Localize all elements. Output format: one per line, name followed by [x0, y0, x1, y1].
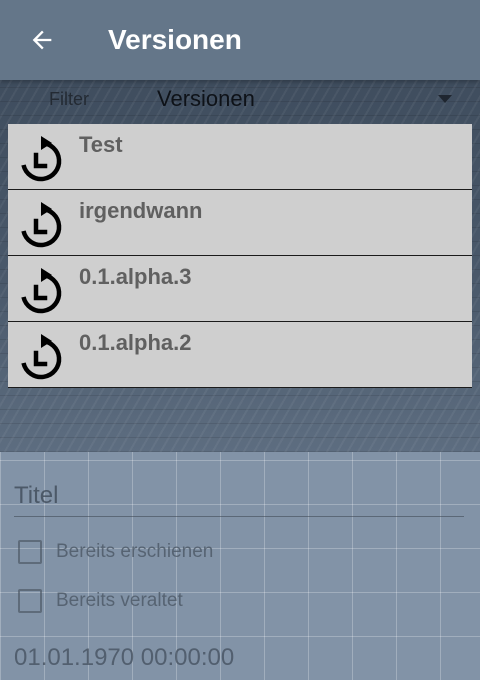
checkbox-box	[18, 589, 42, 613]
page-title: Versionen	[108, 24, 242, 55]
version-label: Test	[79, 132, 123, 157]
title-input[interactable]: Titel	[14, 480, 464, 517]
filter-label: Filter	[49, 89, 89, 109]
filter-selected-value: Versionen	[157, 86, 255, 111]
title-placeholder: Titel	[14, 482, 59, 509]
history-icon	[21, 136, 62, 182]
version-label: 0.1.alpha.2	[79, 330, 192, 355]
app-bar: Versionen	[0, 0, 480, 80]
version-form: Titel Bereits erschienen Bereits veralte…	[0, 460, 480, 680]
list-item[interactable]: irgendwann	[8, 190, 472, 256]
history-icon	[21, 202, 62, 248]
list-item[interactable]: 0.1.alpha.3	[8, 256, 472, 322]
date-field[interactable]: 01.01.1970 00:00:00	[14, 644, 234, 672]
history-icon	[21, 268, 62, 314]
list-item[interactable]: Test	[8, 124, 472, 190]
version-list: Test irgendwann 0.1.alpha.3 0.1.alpha.2	[8, 124, 472, 388]
dropdown-caret-icon	[438, 95, 452, 103]
checkbox-box	[18, 540, 42, 564]
version-label: 0.1.alpha.3	[79, 264, 192, 289]
back-button[interactable]	[22, 22, 62, 58]
screen: Versionen Filter Versionen Test irgendwa…	[0, 0, 480, 680]
version-label: irgendwann	[79, 198, 203, 223]
list-item[interactable]: 0.1.alpha.2	[8, 322, 472, 388]
published-checkbox[interactable]: Bereits erschienen	[18, 539, 318, 567]
deprecated-checkbox[interactable]: Bereits veraltet	[18, 588, 318, 616]
deprecated-label: Bereits veraltet	[56, 590, 183, 611]
filter-row: Filter Versionen	[0, 80, 480, 122]
history-icon	[21, 334, 62, 380]
arrow-left-icon	[32, 30, 52, 50]
filter-dropdown[interactable]: Versionen	[150, 80, 460, 120]
published-label: Bereits erschienen	[56, 541, 214, 562]
